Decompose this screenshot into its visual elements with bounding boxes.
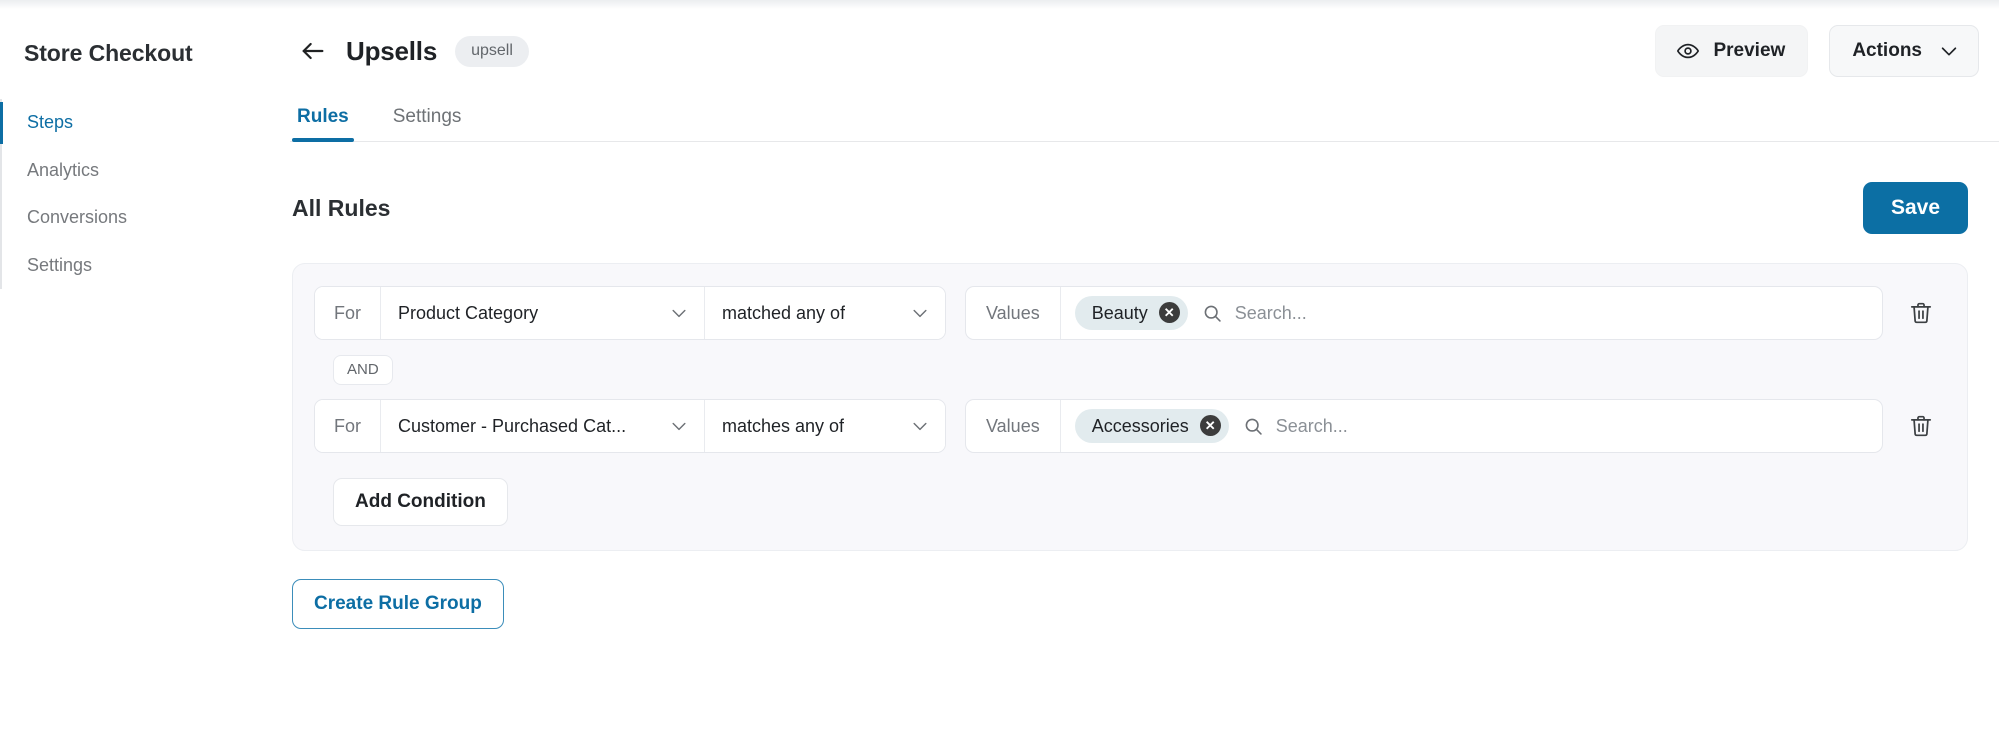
operator-select-value: matches any of	[722, 415, 845, 436]
condition-fields: For Product Category matched any of	[314, 286, 946, 340]
field-select-value: Product Category	[398, 302, 539, 323]
eye-icon	[1676, 39, 1700, 63]
sidebar-item-conversions[interactable]: Conversions	[2, 194, 290, 242]
operator-select[interactable]: matched any of	[705, 287, 945, 339]
value-chip-label: Beauty	[1091, 302, 1148, 323]
trash-icon	[1908, 300, 1934, 326]
sidebar-item-label: Analytics	[27, 159, 100, 180]
values-search-input[interactable]	[1234, 297, 1868, 329]
field-select-value: Customer - Purchased Cat...	[398, 415, 627, 436]
values-field: Values Accessories ✕	[965, 399, 1883, 453]
chevron-down-icon	[910, 303, 930, 323]
preview-button[interactable]: Preview	[1655, 25, 1809, 77]
close-icon[interactable]: ✕	[1158, 302, 1180, 323]
page-header: Upsells upsell Preview Actions	[290, 9, 1999, 93]
add-condition-button[interactable]: Add Condition	[333, 478, 508, 526]
values-content: Accessories ✕	[1061, 400, 1882, 452]
page-root: Store Checkout Steps Analytics Conversio…	[0, 9, 1999, 749]
section-header: All Rules Save	[290, 142, 1999, 234]
save-button[interactable]: Save	[1862, 182, 1968, 234]
back-button[interactable]	[292, 30, 334, 72]
value-chip[interactable]: Beauty ✕	[1074, 296, 1188, 330]
condition-row: For Customer - Purchased Cat... matches …	[314, 399, 1947, 453]
delete-condition-button[interactable]	[1895, 400, 1947, 452]
sidebar-item-settings[interactable]: Settings	[2, 242, 290, 290]
tab-settings[interactable]: Settings	[388, 106, 467, 141]
sidebar-title: Store Checkout	[24, 40, 193, 66]
page-title: Upsells	[346, 35, 438, 66]
values-field: Values Beauty ✕	[965, 286, 1883, 340]
chevron-down-icon	[1938, 40, 1960, 62]
value-chip[interactable]: Accessories ✕	[1074, 409, 1229, 443]
field-select[interactable]: Product Category	[381, 287, 705, 339]
rule-group: For Product Category matched any of Valu…	[292, 263, 1968, 551]
tab-rules[interactable]: Rules	[292, 106, 354, 142]
preview-button-label: Preview	[1713, 40, 1786, 61]
sidebar-item-label: Conversions	[27, 207, 128, 228]
search-icon	[1202, 303, 1223, 324]
condition-fields: For Customer - Purchased Cat... matches …	[314, 399, 946, 453]
values-label: Values	[966, 400, 1061, 452]
tab-label: Settings	[392, 106, 462, 127]
chevron-down-icon	[910, 416, 930, 436]
sidebar: Store Checkout Steps Analytics Conversio…	[0, 9, 290, 749]
values-content: Beauty ✕	[1061, 287, 1882, 339]
sidebar-item-steps[interactable]: Steps	[0, 99, 290, 147]
arrow-left-icon	[299, 37, 327, 65]
status-badge: upsell	[455, 35, 529, 67]
for-label: For	[315, 400, 381, 452]
main-content: Upsells upsell Preview Actions Rules Set…	[290, 9, 1999, 749]
tab-bar: Rules Settings	[290, 93, 1999, 142]
connector-wrapper: AND	[314, 340, 1947, 399]
sidebar-item-analytics[interactable]: Analytics	[2, 147, 290, 195]
close-icon[interactable]: ✕	[1199, 415, 1221, 436]
sidebar-nav: Steps Analytics Conversions Settings	[0, 99, 290, 290]
operator-select[interactable]: matches any of	[705, 400, 945, 452]
search-icon	[1243, 416, 1264, 437]
window-top-strip	[0, 0, 1999, 9]
condition-row: For Product Category matched any of Valu…	[314, 286, 1947, 340]
values-label: Values	[966, 287, 1061, 339]
all-rules-title: All Rules	[292, 194, 391, 221]
chevron-down-icon	[669, 303, 689, 323]
values-search	[1202, 297, 1868, 329]
sidebar-item-label: Settings	[27, 254, 93, 275]
tab-label: Rules	[297, 106, 349, 127]
values-search	[1243, 410, 1868, 442]
actions-button[interactable]: Actions	[1829, 25, 1979, 77]
chevron-down-icon	[669, 416, 689, 436]
operator-select-value: matched any of	[722, 302, 846, 323]
and-connector[interactable]: AND	[333, 355, 393, 385]
trash-icon	[1908, 413, 1934, 439]
delete-condition-button[interactable]	[1895, 287, 1947, 339]
values-search-input[interactable]	[1275, 410, 1868, 442]
field-select[interactable]: Customer - Purchased Cat...	[381, 400, 705, 452]
for-label: For	[315, 287, 381, 339]
create-rule-group-button[interactable]: Create Rule Group	[292, 579, 504, 629]
sidebar-item-label: Steps	[27, 112, 74, 132]
value-chip-label: Accessories	[1091, 415, 1189, 436]
actions-button-label: Actions	[1852, 40, 1922, 61]
